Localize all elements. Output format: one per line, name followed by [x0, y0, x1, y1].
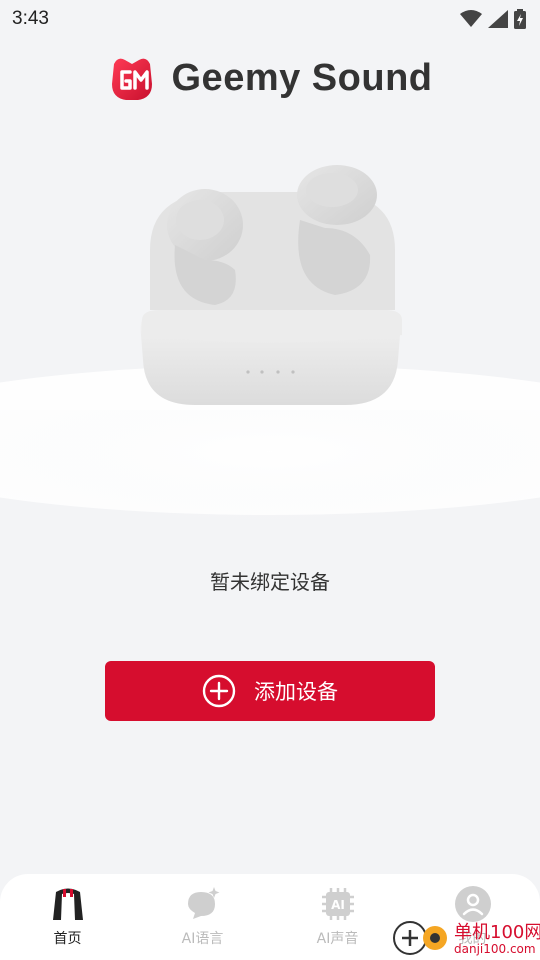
status-bar: 3:43 — [0, 0, 540, 38]
tab-ai-language[interactable]: AI语言 — [135, 886, 270, 948]
gm-logo-icon — [111, 58, 152, 100]
ai-chip-icon: AI — [321, 888, 354, 920]
wifi-icon — [460, 10, 482, 27]
tab-ai-voice[interactable]: AI AI声音 — [270, 886, 405, 948]
status-time: 3:43 — [12, 8, 49, 29]
svg-text:AI: AI — [331, 898, 345, 912]
chat-sparkle-icon — [187, 887, 219, 919]
empty-state-message: 暂未绑定设备 — [210, 570, 330, 594]
add-device-label: 添加设备 — [254, 680, 338, 704]
plus-circle-icon — [202, 674, 236, 708]
brand-name: Geemy Sound — [171, 56, 433, 99]
tab-home[interactable]: 首页 — [0, 886, 135, 948]
signal-icon — [488, 10, 508, 28]
watermark-text: 单机100网 — [454, 922, 540, 943]
watermark-logo-icon — [393, 921, 447, 955]
tab-ai-voice-label: AI声音 — [316, 931, 359, 947]
headphones-icon — [52, 888, 83, 920]
tab-home-label: 首页 — [53, 931, 82, 947]
brand-header: Geemy Sound — [0, 52, 540, 104]
tab-ai-language-label: AI语言 — [181, 931, 224, 947]
earbuds-case-image — [0, 165, 540, 530]
status-icons — [460, 9, 526, 29]
add-device-button[interactable]: 添加设备 — [105, 661, 435, 721]
battery-icon — [514, 9, 526, 29]
watermark: 单机100网 danji100.com — [390, 916, 540, 960]
watermark-subtext: danji100.com — [454, 942, 536, 956]
